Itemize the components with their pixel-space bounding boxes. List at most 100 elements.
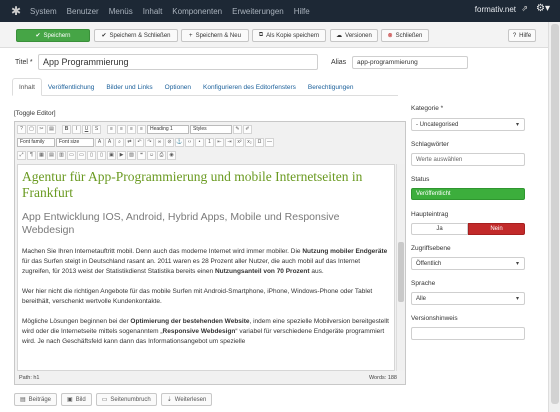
bold-icon[interactable]: B [62, 125, 71, 134]
tab-editor-config[interactable]: Konfigurieren des Editorfensters [197, 78, 302, 96]
rich-text-editor: ? ▢ ✂ ▤ B I U S ≡ ≡ ≡ ≡ Heading 1 Styles… [14, 121, 406, 385]
site-link[interactable]: formativ.net [475, 5, 516, 14]
menu-hilfe[interactable]: Hilfe [294, 7, 310, 16]
bullet-list-icon[interactable]: • [195, 138, 204, 147]
redo-icon[interactable]: ↷ [145, 138, 154, 147]
page-scrollbar[interactable] [548, 22, 560, 412]
emoticon-icon[interactable]: ☺ [147, 151, 156, 160]
underline-icon[interactable]: U [82, 125, 91, 134]
visualchars-icon[interactable]: ¶ [27, 151, 36, 160]
replace-icon[interactable]: ⇄ [125, 138, 134, 147]
tab-veroeffentlichung[interactable]: Veröffentlichung [42, 78, 101, 96]
bg-color-icon[interactable]: A [105, 138, 114, 147]
clean-icon[interactable]: ✎ [233, 125, 242, 134]
anchor-icon[interactable]: ⚓ [175, 138, 184, 147]
access-select[interactable]: Öffentlich ▾ [411, 257, 525, 270]
paste-icon[interactable]: ▤ [47, 125, 56, 134]
text-color-icon[interactable]: A [95, 138, 104, 147]
language-select[interactable]: Alle ▾ [411, 292, 525, 305]
readmore-button[interactable]: ⇣ Weiterlesen [160, 393, 213, 406]
editor-scrollbar-thumb[interactable] [398, 242, 404, 302]
joomla-logo-icon[interactable]: ✱ [8, 3, 24, 19]
version-note-input[interactable] [411, 327, 525, 340]
alias-input[interactable]: app-programmierung [352, 56, 468, 69]
undo-icon[interactable]: ↶ [135, 138, 144, 147]
external-link-icon[interactable]: ⇗ [521, 4, 528, 13]
menu-menues[interactable]: Menüs [109, 7, 133, 16]
cell-props-icon[interactable]: ▥ [57, 151, 66, 160]
help-button[interactable]: ? Hilfe [508, 29, 536, 42]
save-button[interactable]: ✔ Speichern [16, 29, 90, 42]
align-center-icon[interactable]: ≡ [117, 125, 126, 134]
help-icon: ? [512, 32, 517, 39]
italic-icon[interactable]: I [72, 125, 81, 134]
row-props-icon[interactable]: ▤ [47, 151, 56, 160]
align-right-icon[interactable]: ≡ [127, 125, 136, 134]
editor-content[interactable]: Agentur für App-Programmierung und mobil… [17, 164, 395, 371]
unlink-icon[interactable]: ⊘ [165, 138, 174, 147]
styles-select[interactable]: Styles [190, 125, 232, 134]
link-icon[interactable]: ∞ [155, 138, 164, 147]
status-select[interactable]: Veröffentlicht [411, 188, 525, 200]
preview-icon[interactable]: ◉ [167, 151, 176, 160]
cut-icon[interactable]: ✂ [37, 125, 46, 134]
insert-row-icon[interactable]: ▭ [67, 151, 76, 160]
delete-row-icon[interactable]: ▭ [77, 151, 86, 160]
page-scrollbar-thumb[interactable] [551, 24, 559, 404]
table-icon[interactable]: ▦ [37, 151, 46, 160]
indent-icon[interactable]: ⇥ [225, 138, 234, 147]
featured-yes-button[interactable]: Ja [411, 223, 468, 235]
toggle-editor-link[interactable]: [Toggle Editor] [14, 110, 56, 117]
help-icon[interactable]: ? [17, 125, 26, 134]
title-input[interactable]: App Programmierung [38, 54, 318, 70]
tab-berechtigungen[interactable]: Berechtigungen [302, 78, 360, 96]
editor-scrollbar[interactable] [396, 164, 405, 371]
omega-icon[interactable]: Ω [255, 138, 264, 147]
pagebreak-button[interactable]: ▭ Seitenumbruch [95, 393, 157, 406]
tab-bilder-links[interactable]: Bilder und Links [100, 78, 158, 96]
numbered-list-icon[interactable]: 1 [205, 138, 214, 147]
template-icon[interactable]: ▧ [127, 151, 136, 160]
kategorie-select[interactable]: - Uncategorised ▾ [411, 118, 525, 131]
heading-select[interactable]: Heading 1 [147, 125, 189, 134]
new-document-icon[interactable]: ▢ [27, 125, 36, 134]
close-button[interactable]: ⊗ Schließen [381, 29, 429, 42]
pagebreak-icon: ▭ [101, 397, 108, 403]
save-close-button[interactable]: ✔ Speichern & Schließen [94, 29, 178, 42]
tab-optionen[interactable]: Optionen [159, 78, 197, 96]
save-new-button[interactable]: + Speichern & Neu [181, 29, 249, 42]
articles-button[interactable]: ▤ Beiträge [14, 393, 58, 406]
superscript-icon[interactable]: x² [235, 138, 244, 147]
menu-inhalt[interactable]: Inhalt [143, 7, 163, 16]
strikethrough-icon[interactable]: S [92, 125, 101, 134]
code-icon[interactable]: ‹› [185, 138, 194, 147]
image-icon[interactable]: ▣ [107, 151, 116, 160]
align-justify-icon[interactable]: ≡ [137, 125, 146, 134]
menu-benutzer[interactable]: Benutzer [67, 7, 99, 16]
menu-system[interactable]: System [30, 7, 57, 16]
font-family-select[interactable]: Font family [17, 138, 55, 147]
featured-no-button[interactable]: Nein [468, 223, 525, 235]
image-button[interactable]: ▣ Bild [61, 393, 92, 406]
subscript-icon[interactable]: x₂ [245, 138, 254, 147]
menu-komponenten[interactable]: Komponenten [172, 7, 222, 16]
font-size-select[interactable]: Font size [56, 138, 94, 147]
quote-icon[interactable]: ❝ [137, 151, 146, 160]
gear-icon[interactable]: ⚙▾ [536, 3, 550, 14]
versions-button[interactable]: ☁ Versionen [330, 29, 378, 42]
print-icon[interactable]: ⎙ [157, 151, 166, 160]
insert-col-icon[interactable]: ▯ [87, 151, 96, 160]
align-left-icon[interactable]: ≡ [107, 125, 116, 134]
menu-erweiterungen[interactable]: Erweiterungen [232, 7, 284, 16]
brush-icon[interactable]: ✐ [243, 125, 252, 134]
tab-inhalt[interactable]: Inhalt [12, 78, 42, 96]
hr-icon[interactable]: — [265, 138, 274, 147]
media-icon[interactable]: ▶ [117, 151, 126, 160]
delete-col-icon[interactable]: ▯ [97, 151, 106, 160]
editor-toolbar-row-1: ? ▢ ✂ ▤ B I U S ≡ ≡ ≡ ≡ Heading 1 Styles… [17, 124, 252, 135]
outdent-icon[interactable]: ⇤ [215, 138, 224, 147]
fullscreen-icon[interactable]: ⤢ [17, 151, 26, 160]
find-icon[interactable]: ⌕ [115, 138, 124, 147]
tags-input[interactable]: Werte auswählen [411, 153, 525, 166]
save-copy-button[interactable]: ⧉ Als Kopie speichern [252, 29, 326, 42]
